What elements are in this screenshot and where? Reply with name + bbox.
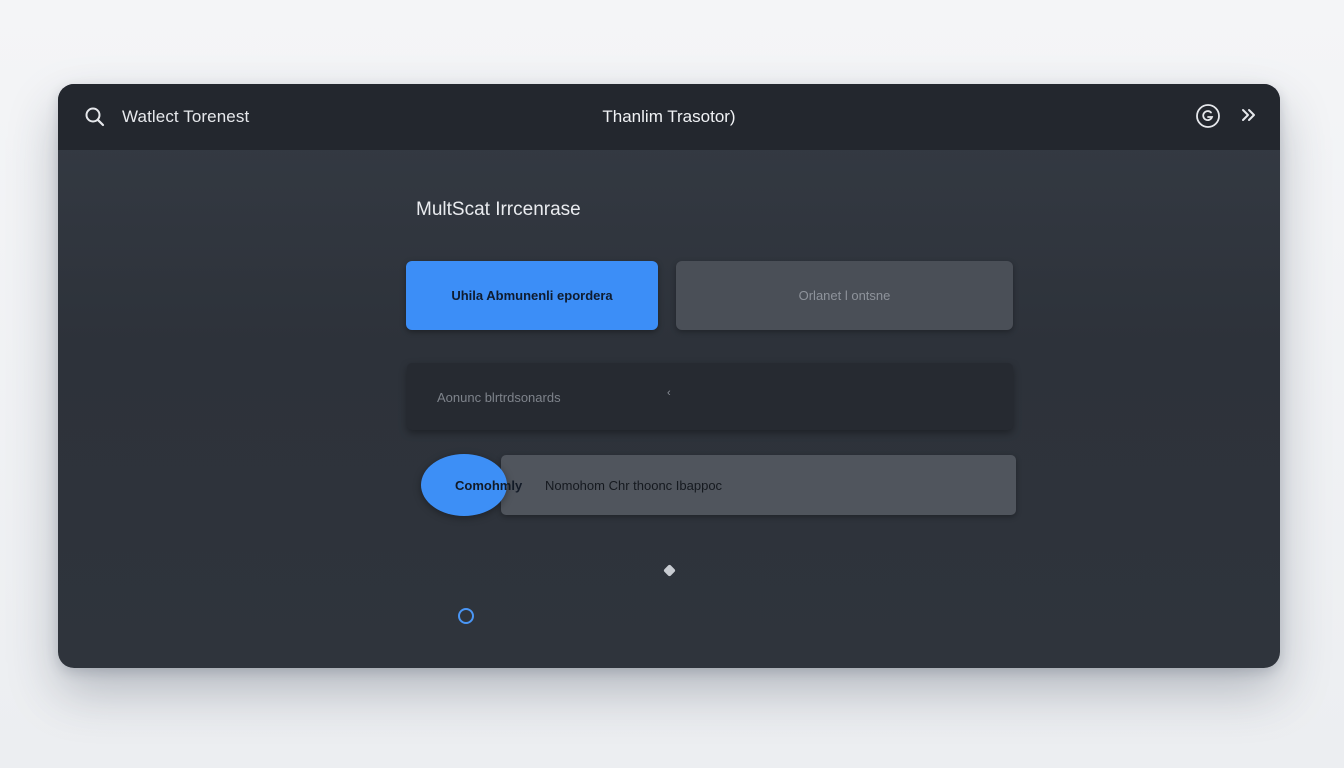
title-bar: Watlect Torenest Thanlim Trasotor)	[58, 84, 1280, 150]
toggle-row[interactable]: Comohmly Nomohom Chr thoonc Ibappoc	[421, 454, 1016, 516]
toggle-label: Comohmly	[455, 478, 523, 493]
page-dot-indicator	[663, 564, 676, 577]
field-placeholder: Aonunc blrtrdsonards	[437, 390, 561, 405]
caret-left-icon: ‹	[667, 387, 671, 399]
toggle-description: Nomohom Chr thoonc Ibappoc	[545, 478, 723, 493]
section-heading: MultScat Irrcenrase	[416, 199, 581, 220]
settings-icon[interactable]	[1194, 102, 1222, 130]
window-title: Thanlim Trasotor)	[602, 107, 736, 126]
text-input-field[interactable]: Aonunc blrtrdsonards ‹	[407, 363, 1013, 430]
secondary-button[interactable]: Orlanet l ontsne	[676, 261, 1013, 330]
app-window: Watlect Torenest Thanlim Trasotor) MultS…	[58, 84, 1280, 668]
status-ring-indicator	[458, 608, 474, 624]
primary-button[interactable]: Uhila Abmunenli eporderа	[406, 261, 658, 330]
chevrons-right-icon[interactable]	[1238, 104, 1260, 126]
